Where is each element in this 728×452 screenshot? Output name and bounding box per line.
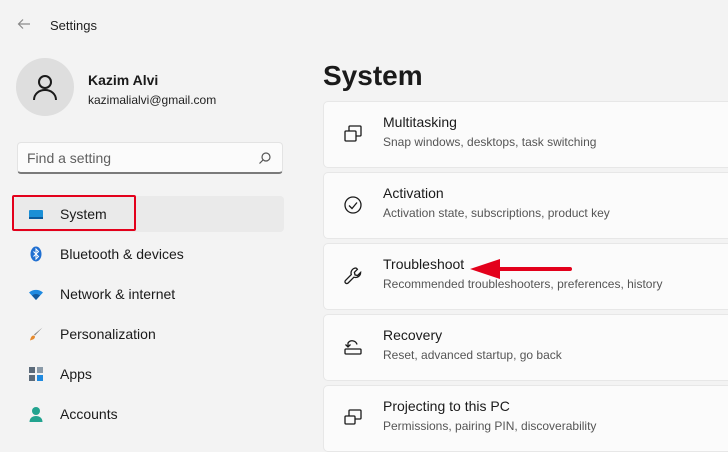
avatar[interactable] <box>16 58 74 116</box>
sidebar-item-network[interactable]: Network & internet <box>14 276 284 312</box>
brush-icon <box>28 326 44 342</box>
card-desc: Reset, advanced startup, go back <box>383 348 562 362</box>
card-multitasking[interactable]: Multitasking Snap windows, desktops, tas… <box>323 101 728 168</box>
card-desc: Snap windows, desktops, task switching <box>383 135 597 149</box>
card-activation[interactable]: Activation Activation state, subscriptio… <box>323 172 728 239</box>
sidebar-item-label: Accounts <box>60 406 118 422</box>
sidebar-item-label: Apps <box>60 366 92 382</box>
card-title: Recovery <box>383 327 443 343</box>
title-bar: Settings <box>0 0 728 50</box>
sidebar-item-system[interactable]: System <box>14 196 284 232</box>
projecting-icon <box>343 408 363 428</box>
person-icon <box>28 406 44 422</box>
apps-icon <box>28 366 44 382</box>
sidebar-item-label: Personalization <box>60 326 156 342</box>
search-box[interactable] <box>17 142 283 174</box>
card-title: Troubleshoot <box>383 256 465 272</box>
sidebar-item-label: Bluetooth & devices <box>60 246 184 262</box>
person-icon <box>33 75 57 101</box>
search-icon[interactable] <box>258 151 272 170</box>
card-recovery[interactable]: Recovery Reset, advanced startup, go bac… <box>323 314 728 381</box>
recovery-icon <box>343 337 363 357</box>
page-title: System <box>323 60 423 91</box>
search-input[interactable] <box>27 143 247 173</box>
user-name: Kazim Alvi <box>88 72 159 88</box>
card-title: Activation <box>383 185 444 201</box>
sidebar-item-personalization[interactable]: Personalization <box>14 316 284 352</box>
multitasking-icon <box>343 124 363 144</box>
sidebar-item-label: System <box>60 206 107 222</box>
sidebar-item-apps[interactable]: Apps <box>14 356 284 392</box>
card-desc: Activation state, subscriptions, product… <box>383 206 610 220</box>
back-arrow-icon[interactable] <box>16 16 32 32</box>
card-title: Multitasking <box>383 114 457 130</box>
annotation-arrow-icon <box>470 259 572 279</box>
wrench-icon <box>343 266 363 286</box>
system-display-icon <box>28 206 44 222</box>
wifi-icon <box>28 286 44 302</box>
card-projecting[interactable]: Projecting to this PC Permissions, pairi… <box>323 385 728 452</box>
user-email: kazimalialvi@gmail.com <box>88 93 217 107</box>
sidebar-item-bluetooth[interactable]: Bluetooth & devices <box>14 236 284 272</box>
checkmark-circle-icon <box>343 195 363 215</box>
sidebar-item-accounts[interactable]: Accounts <box>14 396 284 432</box>
bluetooth-icon <box>28 246 44 262</box>
card-title: Projecting to this PC <box>383 398 510 414</box>
app-title: Settings <box>50 18 97 33</box>
sidebar-item-label: Network & internet <box>60 286 176 302</box>
card-desc: Permissions, pairing PIN, discoverabilit… <box>383 419 597 433</box>
